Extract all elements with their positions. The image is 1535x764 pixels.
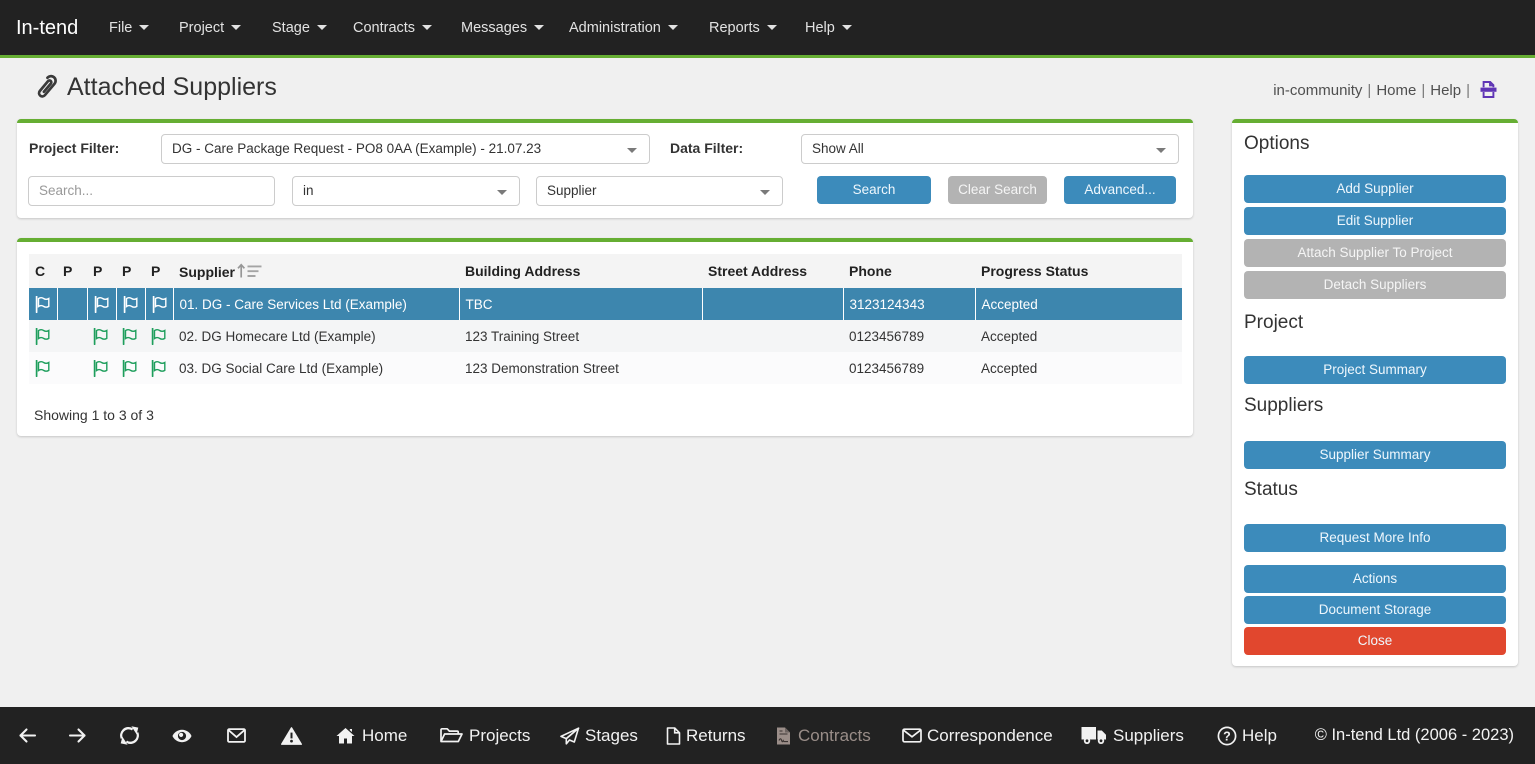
svg-text:?: ?: [1223, 729, 1231, 743]
